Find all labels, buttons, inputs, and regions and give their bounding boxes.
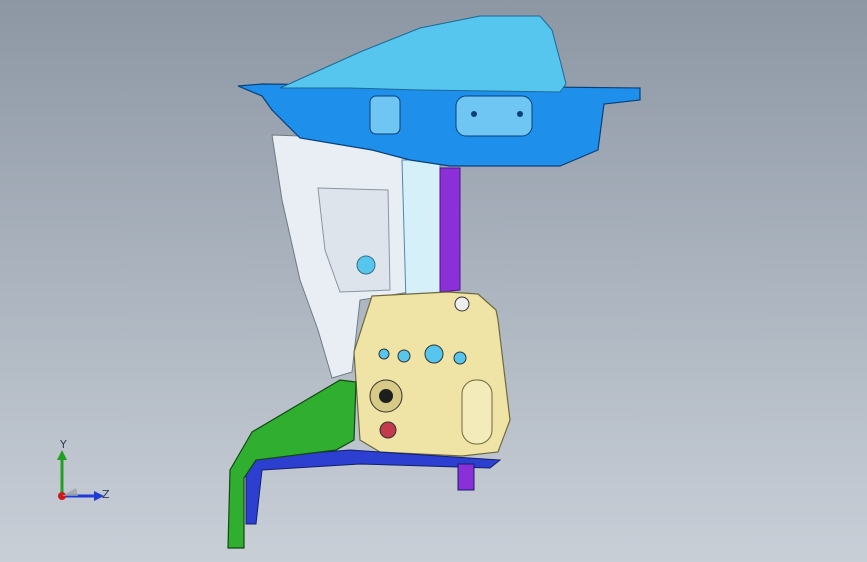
vertical-pillar[interactable] — [401, 159, 441, 303]
cad-model[interactable] — [0, 0, 867, 562]
bracket-hole-4 — [453, 351, 467, 365]
tray-hole-b — [517, 111, 523, 117]
bracket-hole-5 — [379, 421, 397, 439]
y-axis-label: Y — [60, 438, 67, 451]
side-panel-hole — [356, 255, 376, 275]
tray-top-cover[interactable] — [279, 15, 567, 93]
rail-tab — [457, 463, 475, 491]
bracket-hole-3 — [424, 344, 444, 364]
tray-slot-left — [369, 95, 401, 135]
bracket-boss-hole — [379, 389, 393, 403]
z-axis-label: Z — [102, 488, 110, 501]
bracket-hole-1 — [378, 348, 390, 360]
purple-bracket[interactable] — [439, 167, 461, 293]
bracket-hole-6 — [454, 296, 470, 312]
tray-hole-a — [471, 111, 477, 117]
coordinate-triad: Y Z — [40, 436, 120, 516]
bracket-hole-2 — [397, 349, 411, 363]
bracket-slot — [461, 379, 493, 445]
graphics-viewport[interactable]: Y Z — [0, 0, 867, 562]
